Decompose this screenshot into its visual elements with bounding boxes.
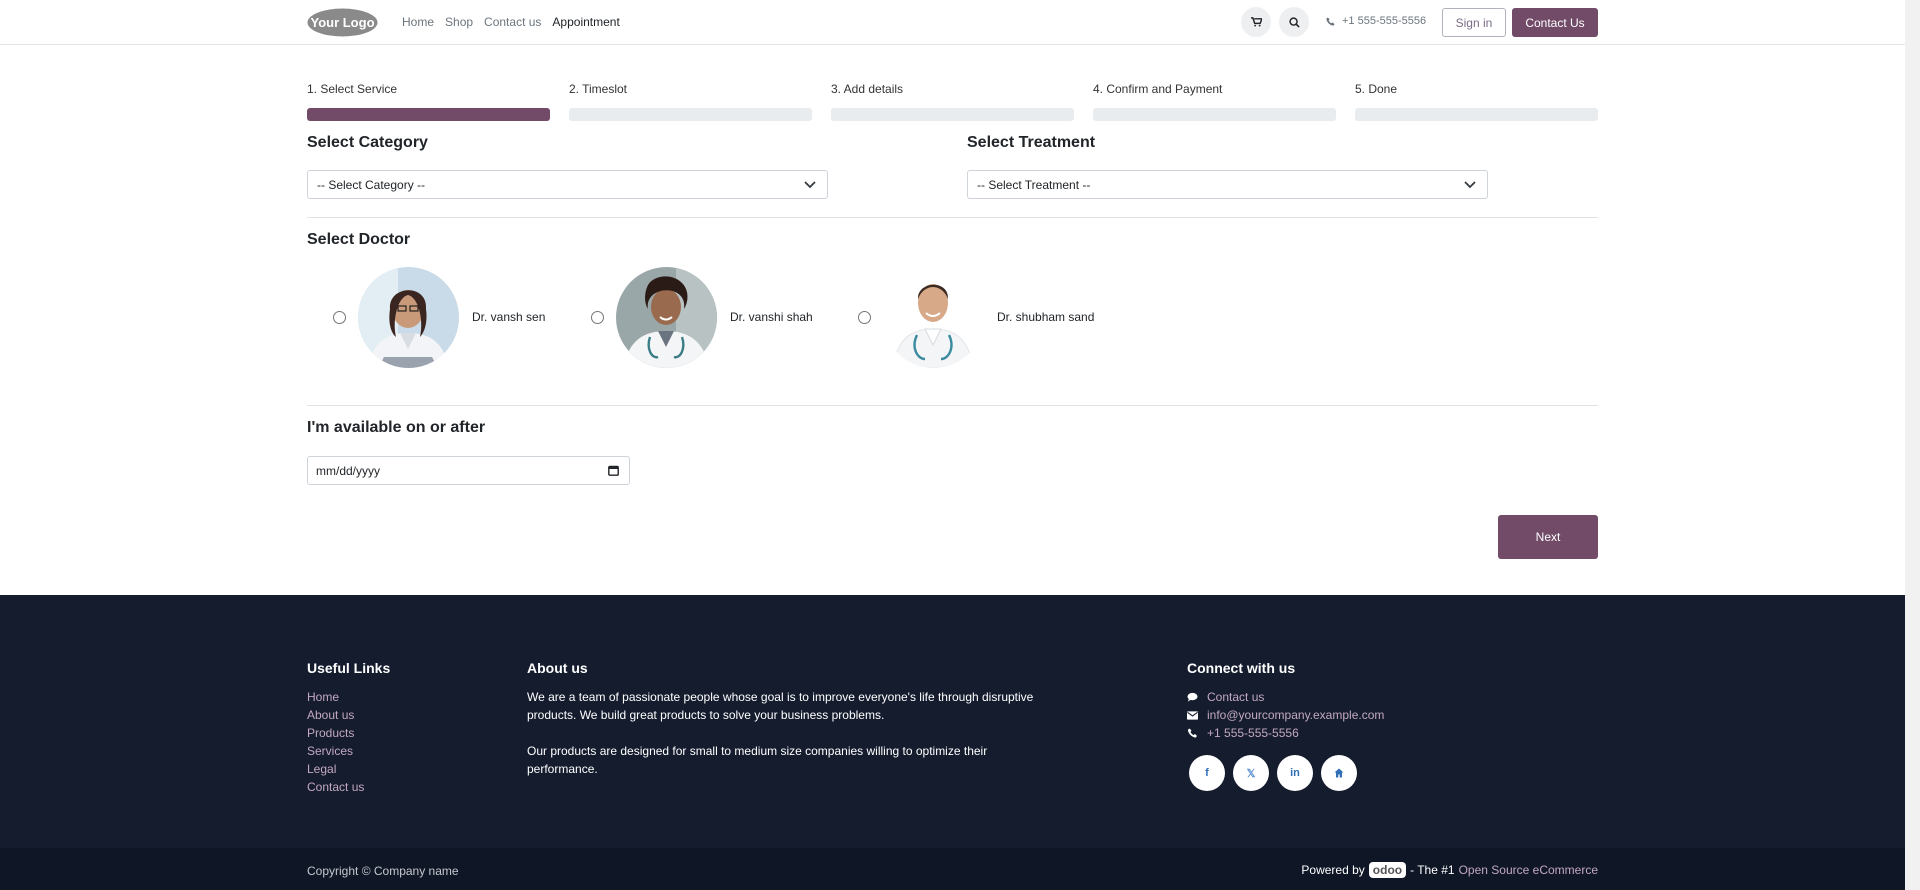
comment-icon bbox=[1187, 692, 1198, 702]
sign-in-button[interactable]: Sign in bbox=[1442, 8, 1506, 37]
availability-heading: I'm available on or after bbox=[307, 419, 486, 436]
footer-link-about-us[interactable]: About us bbox=[307, 706, 364, 724]
header-phone-text: +1 555-555-5556 bbox=[1342, 15, 1427, 27]
step-label: 3. Add details bbox=[831, 82, 904, 96]
step-label: 5. Done bbox=[1355, 82, 1398, 96]
useful-links-heading: Useful Links bbox=[307, 660, 391, 676]
step-progress-bar bbox=[1093, 108, 1336, 121]
main-nav: Home Shop Contact us Appointment bbox=[402, 15, 631, 29]
calendar-icon[interactable] bbox=[608, 465, 619, 476]
cart-button[interactable] bbox=[1241, 7, 1271, 37]
date-input-placeholder: mm/dd/yyyy bbox=[316, 463, 381, 478]
about-heading: About us bbox=[527, 660, 588, 676]
tagline-text: - The #1 bbox=[1410, 863, 1455, 877]
copyright-bar: Copyright © Company name Powered by odoo… bbox=[0, 848, 1905, 890]
category-select-value: -- Select Category -- bbox=[317, 177, 426, 192]
copyright-text: Copyright © Company name bbox=[307, 864, 459, 878]
date-input[interactable]: mm/dd/yyyy bbox=[307, 456, 630, 485]
connect-heading: Connect with us bbox=[1187, 660, 1296, 676]
linkedin-icon[interactable]: in bbox=[1277, 755, 1313, 791]
footer-link-products[interactable]: Products bbox=[307, 724, 364, 742]
doctor-radio[interactable] bbox=[333, 310, 346, 324]
useful-links-list: Home About us Products Services Legal Co… bbox=[307, 688, 364, 796]
connect-contact[interactable]: Contact us bbox=[1187, 688, 1384, 706]
x-twitter-icon[interactable]: 𝕏 bbox=[1233, 755, 1269, 791]
connect-phone[interactable]: +1 555-555-5556 bbox=[1187, 724, 1384, 742]
select-treatment-heading: Select Treatment bbox=[967, 134, 1096, 151]
nav-contact-us[interactable]: Contact us bbox=[484, 15, 541, 29]
step-done: 5. Done bbox=[1355, 83, 1598, 121]
step-label: 1. Select Service bbox=[307, 82, 398, 96]
site-footer: Useful Links Home About us Products Serv… bbox=[0, 595, 1905, 848]
logo-text: Your Logo bbox=[310, 15, 374, 30]
doctor-name: Dr. vanshi shah bbox=[730, 310, 813, 324]
connect-contact-text: Contact us bbox=[1207, 690, 1265, 704]
step-select-service: 1. Select Service bbox=[307, 83, 550, 121]
search-icon bbox=[1288, 16, 1300, 28]
cart-icon bbox=[1250, 17, 1262, 27]
step-progress-bar bbox=[831, 108, 1074, 121]
about-paragraph: Our products are designed for small to m… bbox=[527, 744, 988, 776]
footer-link-services[interactable]: Services bbox=[307, 742, 364, 760]
step-progress-bar bbox=[307, 108, 550, 121]
select-doctor-heading: Select Doctor bbox=[307, 231, 411, 248]
logo[interactable]: Your Logo bbox=[307, 8, 378, 37]
doctor-option[interactable]: Dr. shubham sand bbox=[858, 266, 1094, 368]
next-button[interactable]: Next bbox=[1498, 515, 1598, 559]
treatment-select-value: -- Select Treatment -- bbox=[977, 177, 1091, 192]
nav-home[interactable]: Home bbox=[402, 15, 434, 29]
nav-shop[interactable]: Shop bbox=[445, 15, 473, 29]
doctor-name: Dr. shubham sand bbox=[997, 310, 1095, 324]
chevron-down-icon bbox=[1464, 181, 1476, 189]
about-paragraph: We are a team of passionate people whose… bbox=[527, 690, 1034, 722]
about-text: We are a team of passionate people whose… bbox=[527, 688, 1047, 778]
doctor-photo bbox=[883, 266, 984, 368]
doctor-photo bbox=[616, 266, 717, 368]
contact-us-button[interactable]: Contact Us bbox=[1512, 8, 1598, 37]
step-label: 4. Confirm and Payment bbox=[1093, 82, 1223, 96]
step-progress-bar bbox=[569, 108, 812, 121]
odoo-logo[interactable]: odoo bbox=[1368, 862, 1407, 878]
select-category-heading: Select Category bbox=[307, 134, 428, 151]
phone-icon bbox=[1187, 728, 1197, 738]
open-source-ecommerce-link[interactable]: Open Source eCommerce bbox=[1459, 863, 1598, 877]
step-timeslot: 2. Timeslot bbox=[569, 83, 812, 121]
doctor-radio[interactable] bbox=[858, 310, 871, 324]
connect-email[interactable]: info@yourcompany.example.com bbox=[1187, 706, 1384, 724]
connect-phone-text: +1 555-555-5556 bbox=[1207, 726, 1299, 740]
treatment-select[interactable]: -- Select Treatment -- bbox=[967, 170, 1488, 199]
step-label: 2. Timeslot bbox=[569, 82, 628, 96]
step-progress-bar bbox=[1355, 108, 1598, 121]
powered-by: Powered by odoo - The #1 Open Source eCo… bbox=[1301, 862, 1598, 878]
doctor-radio[interactable] bbox=[591, 310, 604, 324]
facebook-icon[interactable]: f bbox=[1189, 755, 1225, 791]
divider bbox=[307, 405, 1598, 406]
site-header: Your Logo Home Shop Contact us Appointme… bbox=[0, 0, 1905, 45]
connect-email-text: info@yourcompany.example.com bbox=[1207, 708, 1385, 722]
phone-icon bbox=[1326, 16, 1335, 26]
connect-list: Contact us info@yourcompany.example.com … bbox=[1187, 688, 1384, 742]
nav-appointment[interactable]: Appointment bbox=[552, 15, 619, 29]
divider bbox=[307, 217, 1598, 218]
doctor-name: Dr. vansh sen bbox=[472, 310, 546, 324]
search-button[interactable] bbox=[1279, 7, 1309, 37]
category-select[interactable]: -- Select Category -- bbox=[307, 170, 828, 199]
home-icon[interactable] bbox=[1321, 755, 1357, 791]
envelope-icon bbox=[1187, 710, 1198, 720]
doctor-option[interactable]: Dr. vansh sen bbox=[333, 266, 545, 368]
step-confirm-payment: 4. Confirm and Payment bbox=[1093, 83, 1336, 121]
header-phone[interactable]: +1 555-555-5556 bbox=[1326, 15, 1426, 27]
footer-link-home[interactable]: Home bbox=[307, 688, 364, 706]
scrollbar[interactable] bbox=[1905, 0, 1920, 890]
footer-link-legal[interactable]: Legal bbox=[307, 760, 364, 778]
social-links: f 𝕏 in bbox=[1189, 755, 1357, 791]
chevron-down-icon bbox=[804, 181, 816, 189]
step-add-details: 3. Add details bbox=[831, 83, 1074, 121]
doctor-option[interactable]: Dr. vanshi shah bbox=[591, 266, 813, 368]
footer-link-contact-us[interactable]: Contact us bbox=[307, 778, 364, 796]
powered-by-label: Powered by bbox=[1301, 863, 1365, 877]
doctor-photo bbox=[358, 266, 459, 368]
